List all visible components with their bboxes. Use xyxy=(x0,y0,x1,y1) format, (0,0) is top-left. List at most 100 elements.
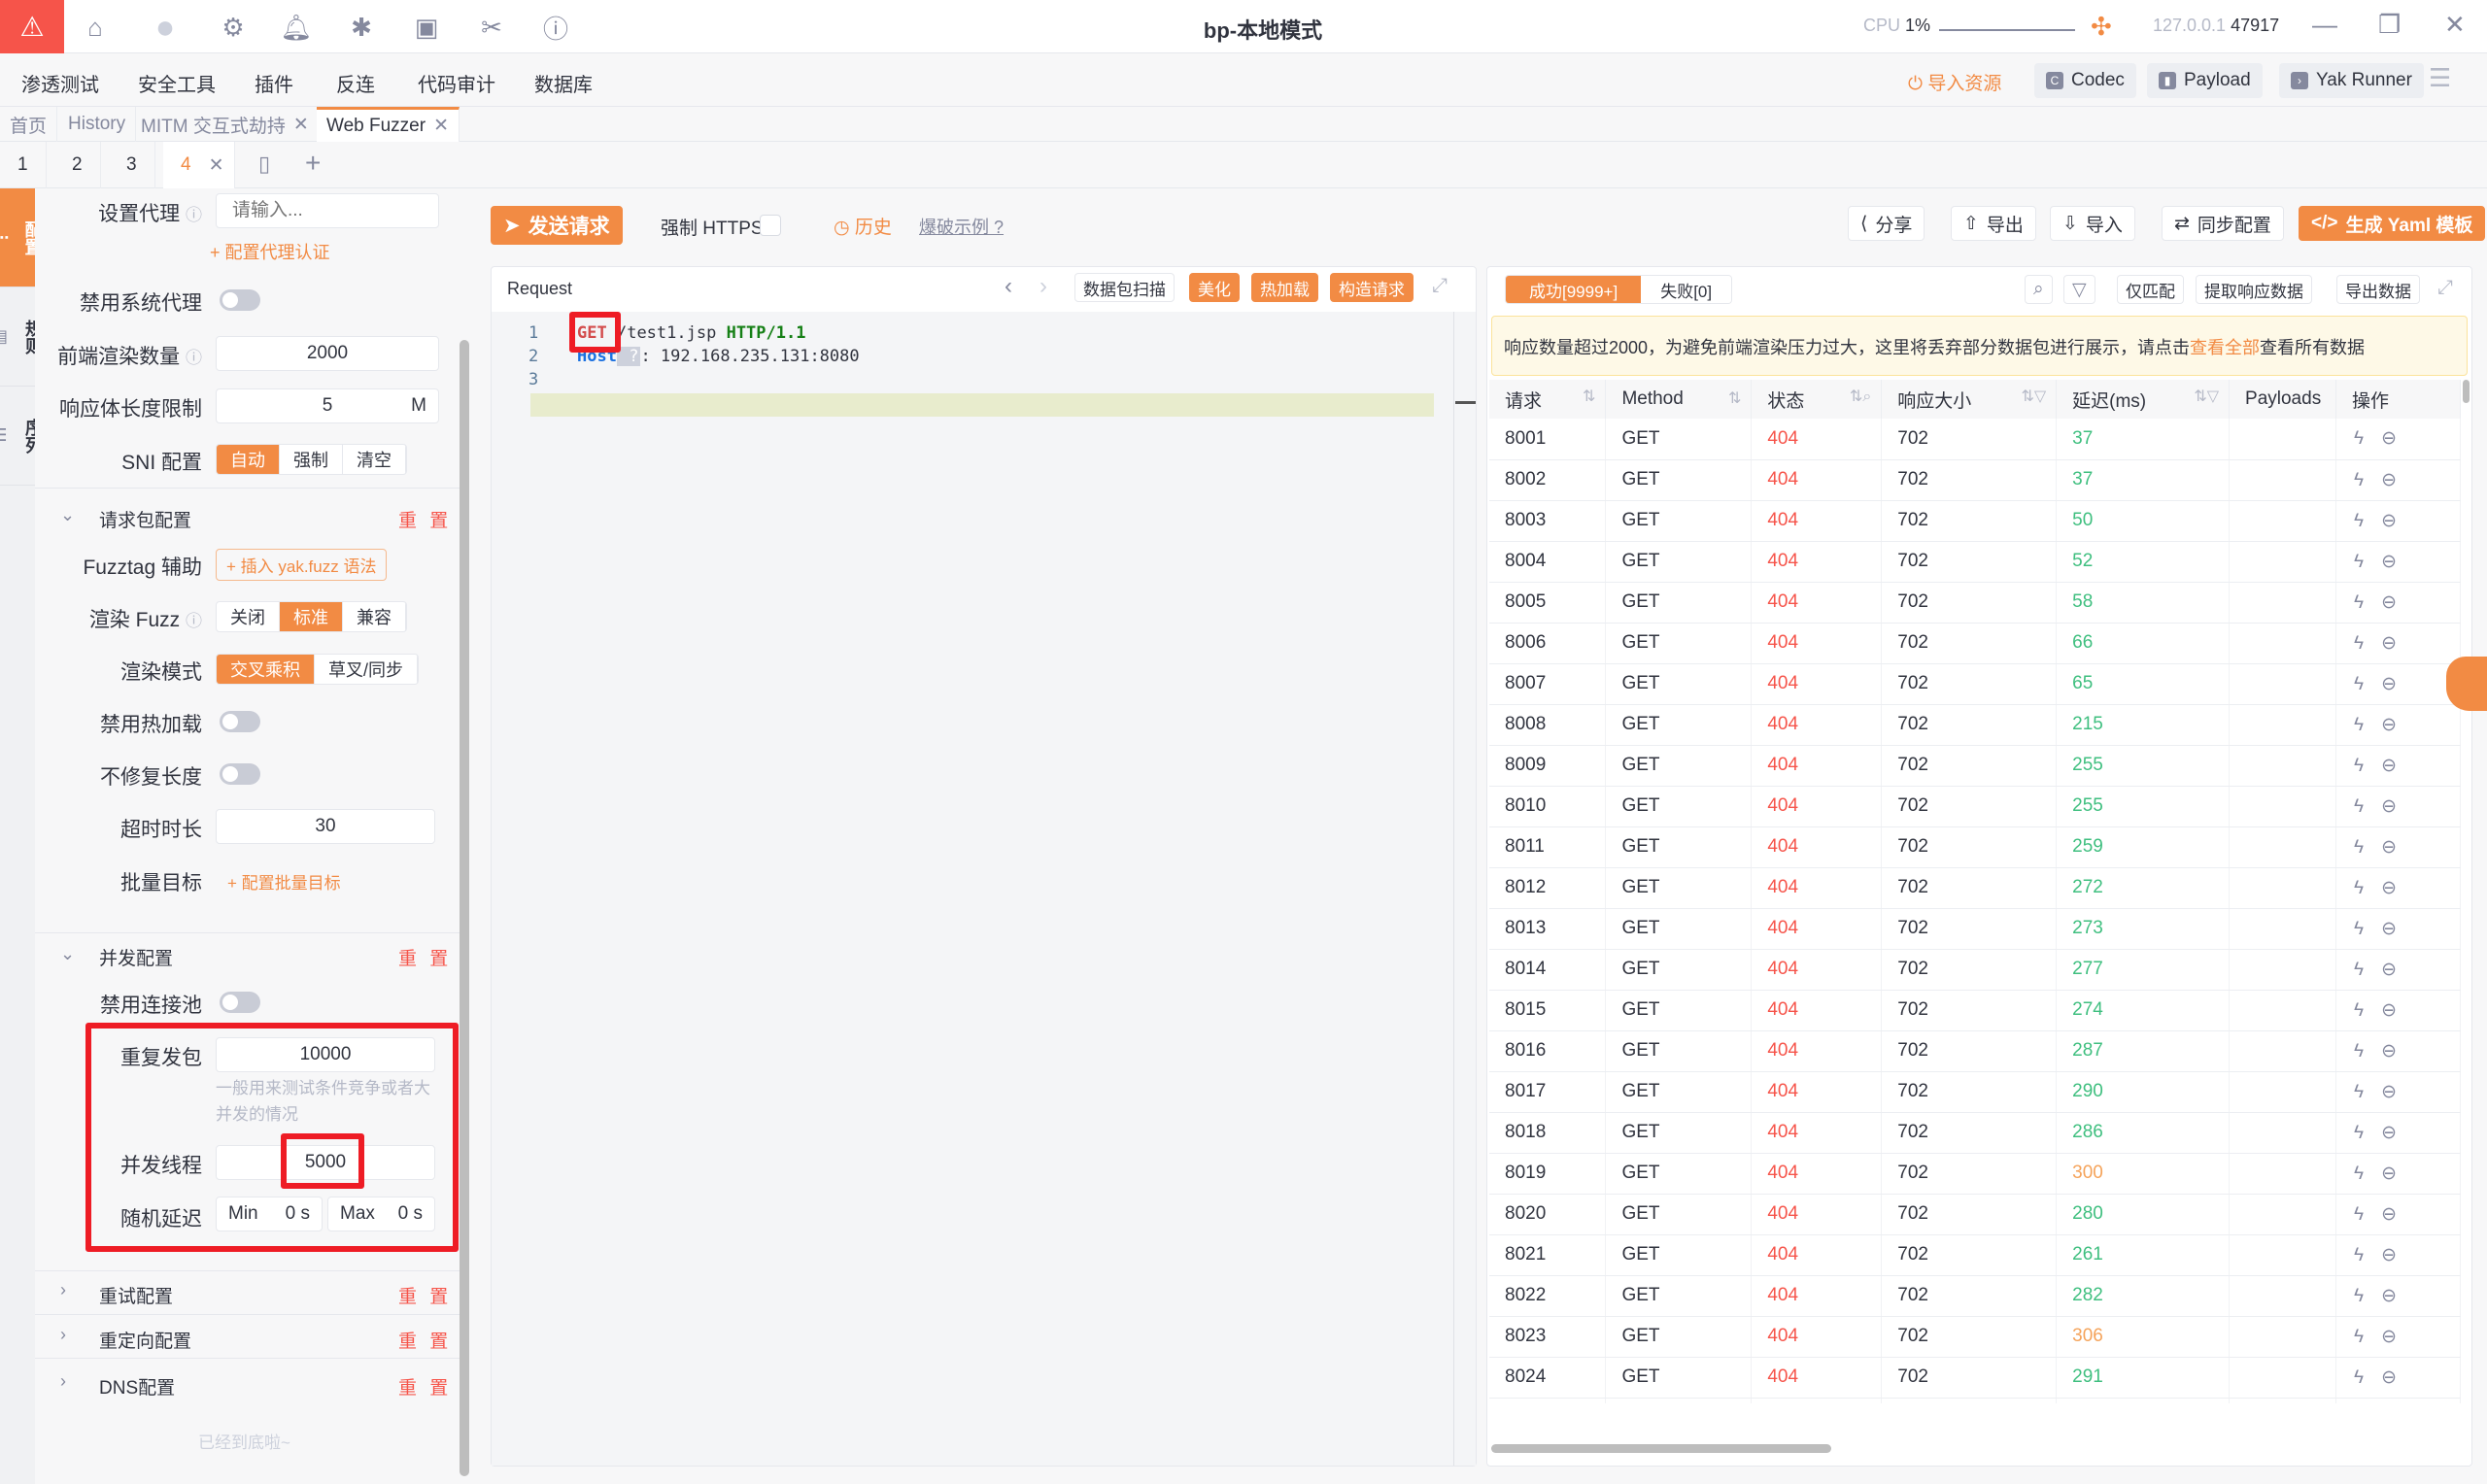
chevron-right-icon[interactable]: › xyxy=(60,1371,66,1392)
render-fuzz-selector[interactable]: 关闭 标准 兼容 xyxy=(216,601,407,632)
force-https-checkbox[interactable] xyxy=(760,215,781,236)
build-request-button[interactable]: 构造请求 xyxy=(1330,273,1414,302)
table-row[interactable]: 8006 GET 404 702 66 ϟ ⊖ xyxy=(1489,623,2461,664)
bolt-icon[interactable]: ϟ xyxy=(2354,796,2364,817)
render-fuzz-compat[interactable]: 兼容 xyxy=(343,602,406,631)
bolt-icon[interactable]: ϟ xyxy=(2354,1082,2364,1102)
sni-auto[interactable]: 自动 xyxy=(217,445,280,474)
add-tab-icon[interactable]: + xyxy=(305,148,321,179)
bolt-icon[interactable]: ϟ xyxy=(2354,1367,2364,1388)
arrow-circle-icon[interactable]: ⊖ xyxy=(2381,919,2397,939)
menu-reverse[interactable]: 反连 xyxy=(336,69,375,97)
arrow-circle-icon[interactable]: ⊖ xyxy=(2381,715,2397,735)
disable-hotload-toggle[interactable] xyxy=(220,711,260,732)
chevron-right-icon[interactable]: › xyxy=(60,1280,66,1300)
table-row[interactable]: 8025GET404702263 ϟ⊖ xyxy=(1489,1398,2461,1403)
arrow-circle-icon[interactable]: ⊖ xyxy=(2381,796,2397,817)
render-mode-sync[interactable]: 草叉/同步 xyxy=(315,655,419,684)
table-row[interactable]: 8021 GET 404 702 261 ϟ ⊖ xyxy=(1489,1234,2461,1276)
filter-button[interactable]: ▽ xyxy=(2063,275,2095,304)
insert-fuzztag-button[interactable]: + 插入 yak.fuzz 语法 xyxy=(216,549,388,581)
import-resource-button[interactable]: ⏻ 导入资源 xyxy=(1908,69,2001,95)
col-request[interactable]: 请求 ⇅ xyxy=(1489,380,1607,419)
help-icon[interactable]: ⓘ xyxy=(536,8,575,47)
repeat-input[interactable]: 10000 xyxy=(216,1037,435,1072)
col-payloads[interactable]: Payloads xyxy=(2229,380,2337,419)
table-row[interactable]: 8009 GET 404 702 255 ϟ ⊖ xyxy=(1489,745,2461,787)
gear-icon[interactable]: ⚙ xyxy=(214,8,253,47)
render-mode-selector[interactable]: 交叉乘积 草叉/同步 xyxy=(216,654,420,685)
minimize-icon[interactable]: — xyxy=(2312,10,2337,40)
body-limit-input[interactable]: 5M xyxy=(216,388,439,423)
close-icon[interactable]: ✕ xyxy=(293,114,309,136)
arrow-circle-icon[interactable]: ⊖ xyxy=(2381,1327,2397,1347)
mascot-icon[interactable] xyxy=(2446,657,2487,711)
table-row[interactable]: 8019 GET 404 702 300 ϟ ⊖ xyxy=(1489,1153,2461,1195)
table-row[interactable]: 8022 GET 404 702 282 ϟ ⊖ xyxy=(1489,1275,2461,1317)
delay-max-input[interactable]: Max 0 s xyxy=(327,1197,435,1231)
tab-web-fuzzer[interactable]: Web Fuzzer ✕ xyxy=(317,107,460,142)
subtab-4[interactable]: 4 ✕ xyxy=(163,142,235,188)
sni-clear[interactable]: 清空 xyxy=(343,445,406,474)
render-fuzz-standard[interactable]: 标准 xyxy=(280,602,343,631)
arrow-circle-icon[interactable]: ⊖ xyxy=(2381,552,2397,572)
redirect-section[interactable]: 重定向配置 xyxy=(99,1327,191,1353)
sni-selector[interactable]: 自动 强制 清空 xyxy=(216,444,407,475)
bolt-icon[interactable]: ϟ xyxy=(2354,1041,2364,1062)
arrow-circle-icon[interactable]: ⊖ xyxy=(2381,878,2397,898)
no-fix-length-toggle[interactable] xyxy=(220,763,260,785)
bolt-icon[interactable]: ϟ xyxy=(2354,592,2364,613)
bolt-icon[interactable]: ϟ xyxy=(2354,837,2364,858)
bell-icon[interactable]: 🔔︎ xyxy=(277,8,316,47)
table-row[interactable]: 8016 GET 404 702 287 ϟ ⊖ xyxy=(1489,1030,2461,1072)
engine-icon[interactable]: ✣ xyxy=(2091,12,2112,42)
arrow-circle-icon[interactable]: ⊖ xyxy=(2381,470,2397,490)
bolt-icon[interactable]: ϟ xyxy=(2354,919,2364,939)
arrow-circle-icon[interactable]: ⊖ xyxy=(2381,633,2397,654)
arrow-circle-icon[interactable]: ⊖ xyxy=(2381,1367,2397,1388)
packet-scan-button[interactable]: 数据包扫描 xyxy=(1074,273,1175,302)
arrow-circle-icon[interactable]: ⊖ xyxy=(2381,1245,2397,1265)
warning-icon[interactable]: ⚠ xyxy=(0,0,64,53)
tab-mitm[interactable]: MITM 交互式劫持 ✕ xyxy=(131,107,320,142)
hotload-button[interactable]: 热加载 xyxy=(1251,273,1318,302)
reset-button[interactable]: 重 置 xyxy=(398,1327,452,1353)
payload-button[interactable]: ▮ Payload xyxy=(2147,63,2263,98)
arrow-circle-icon[interactable]: ⊖ xyxy=(2381,756,2397,776)
table-row[interactable]: 8005 GET 404 702 58 ϟ ⊖ xyxy=(1489,582,2461,624)
tools-icon[interactable]: ✂ xyxy=(472,8,511,47)
bolt-icon[interactable]: ϟ xyxy=(2354,552,2364,572)
menu-pentest[interactable]: 渗透测试 xyxy=(21,69,99,97)
bolt-icon[interactable]: ϟ xyxy=(2354,1204,2364,1225)
table-row[interactable]: 8012 GET 404 702 272 ϟ ⊖ xyxy=(1489,867,2461,909)
bolt-icon[interactable]: ϟ xyxy=(2354,1000,2364,1021)
tab-home[interactable]: 首页 xyxy=(0,107,58,142)
subtab-1[interactable]: 1 xyxy=(0,142,47,188)
col-size[interactable]: 响应大小 ⇅▽ xyxy=(1881,380,2058,419)
bolt-icon[interactable]: ϟ xyxy=(2354,1327,2364,1347)
editor-scrollbar[interactable] xyxy=(1453,312,1454,1466)
side-tab-rules[interactable]: 规则 ▤ xyxy=(0,287,43,387)
arrow-circle-icon[interactable]: ⊖ xyxy=(2381,1164,2397,1184)
retry-section[interactable]: 重试配置 xyxy=(99,1282,173,1308)
history-button[interactable]: ◷ 历史 xyxy=(834,213,892,239)
arrow-circle-icon[interactable]: ⊖ xyxy=(2381,1041,2397,1062)
chevron-right-icon[interactable]: › xyxy=(60,1325,66,1345)
bolt-icon[interactable]: ϟ xyxy=(2354,1245,2364,1265)
bolt-icon[interactable]: ϟ xyxy=(2354,960,2364,980)
close-icon[interactable]: ✕ xyxy=(209,154,224,177)
fullscreen-icon[interactable]: ⤢ xyxy=(1432,275,1448,297)
collapse-icon[interactable]: ☰ xyxy=(2429,63,2451,93)
arrow-circle-icon[interactable]: ⊖ xyxy=(2381,592,2397,613)
reset-button[interactable]: 重 置 xyxy=(398,1282,452,1308)
arrow-circle-icon[interactable]: ⊖ xyxy=(2381,837,2397,858)
view-all-link[interactable]: 查看全部 xyxy=(2190,338,2260,357)
next-icon[interactable]: › xyxy=(1039,273,1047,300)
generate-yaml-button[interactable]: </> 生成 Yaml 模板 xyxy=(2299,206,2486,241)
render-fuzz-off[interactable]: 关闭 xyxy=(217,602,280,631)
arrow-circle-icon[interactable]: ⊖ xyxy=(2381,1123,2397,1143)
chevron-down-icon[interactable]: ⌄ xyxy=(60,505,75,525)
tab-success[interactable]: 成功[9999+] xyxy=(1506,276,1642,303)
side-tab-sequence[interactable]: 序列 ☰ xyxy=(0,387,43,486)
table-row[interactable]: 8023 GET 404 702 306 ϟ ⊖ xyxy=(1489,1316,2461,1358)
